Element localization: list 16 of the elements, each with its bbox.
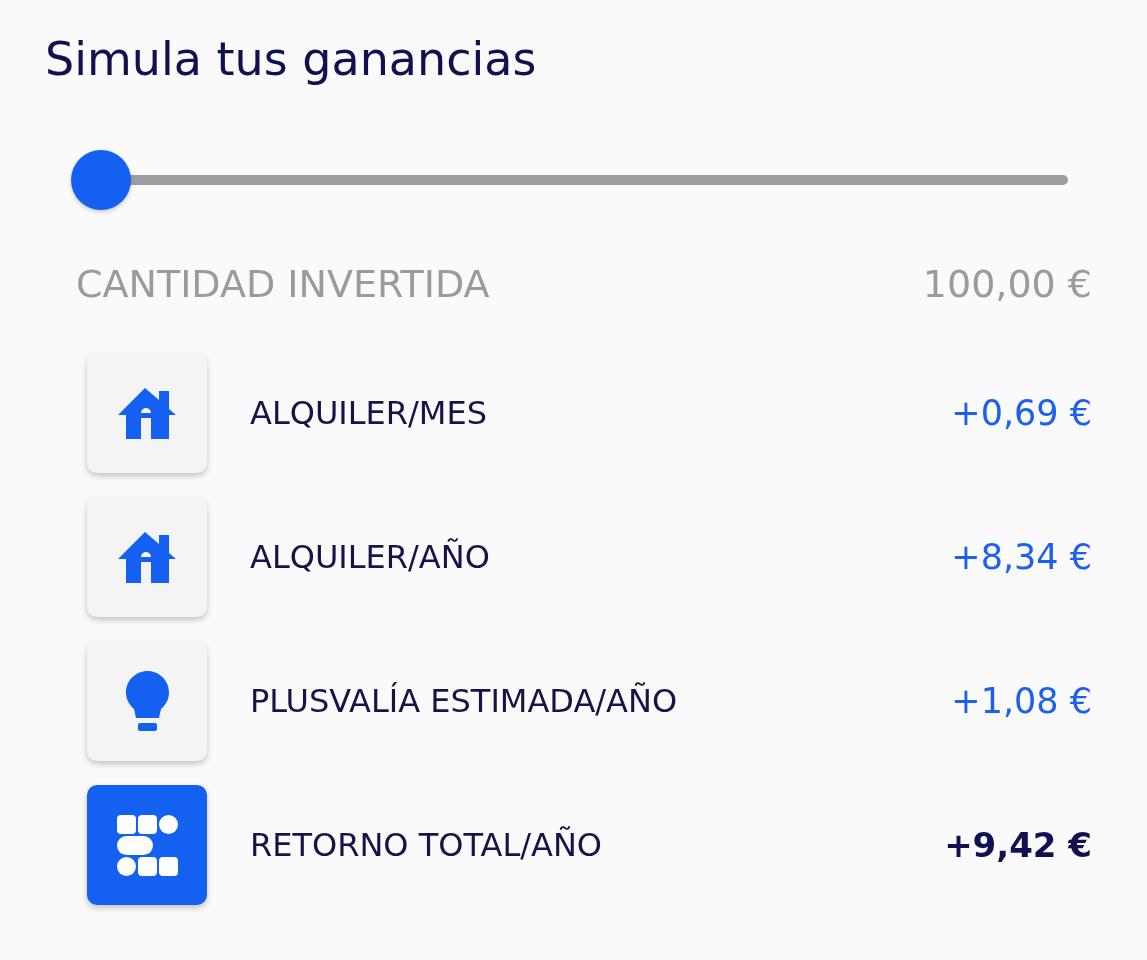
invested-amount: 100,00 € — [922, 262, 1092, 306]
return-amount: +1,08 € — [951, 680, 1092, 723]
house-icon — [87, 497, 207, 617]
return-label: ALQUILER/MES — [250, 393, 488, 433]
return-amount: +9,42 € — [944, 824, 1092, 867]
blocks-icon — [87, 785, 207, 905]
return-amount: +8,34 € — [951, 536, 1092, 579]
page-title: Simula tus ganancias — [45, 32, 537, 86]
lightbulb-icon — [87, 641, 207, 761]
return-label: PLUSVALÍA ESTIMADA/AÑO — [250, 681, 679, 721]
invested-label: CANTIDAD INVERTIDA — [76, 262, 490, 306]
return-label: RETORNO TOTAL/AÑO — [250, 825, 604, 865]
house-icon — [87, 353, 207, 473]
slider-thumb[interactable] — [71, 150, 131, 210]
return-label: ALQUILER/AÑO — [250, 537, 491, 577]
return-amount: +0,69 € — [951, 392, 1092, 435]
